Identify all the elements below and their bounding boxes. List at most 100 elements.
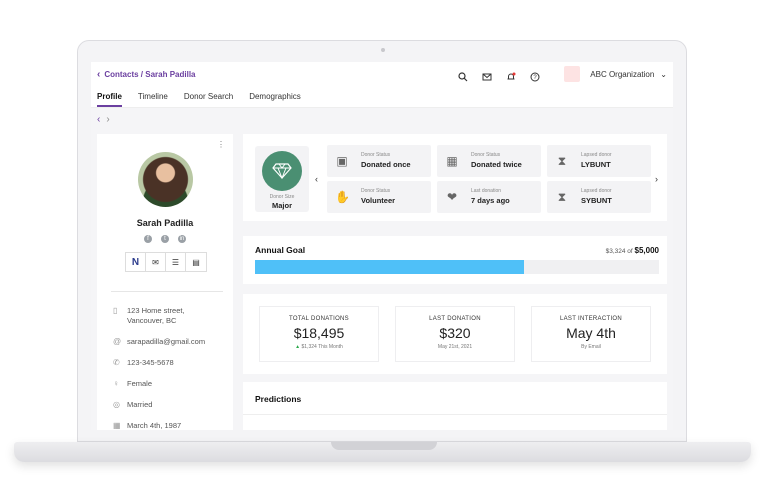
- help-icon[interactable]: ?: [530, 69, 540, 82]
- arrow-up-icon: ▲: [295, 344, 301, 350]
- marital-row: ◎ Married: [113, 400, 229, 410]
- stat-last-donation: LAST DONATION $320 May 21st, 2021: [395, 306, 515, 362]
- tab-demographics[interactable]: Demographics: [249, 86, 301, 107]
- chevron-left-icon[interactable]: ‹: [97, 114, 100, 125]
- address-line2: Vancouver, BC: [127, 316, 177, 325]
- annual-goal-card: Annual Goal $3,324 of $5,000: [243, 236, 667, 284]
- tile-label: Donor Status: [471, 152, 501, 158]
- goal-title: Annual Goal: [255, 245, 306, 255]
- phone-icon: ✆: [113, 358, 120, 367]
- phone-text[interactable]: 123-345-5678: [127, 358, 174, 368]
- birthday-row: ▦ March 4th, 1987: [113, 421, 229, 430]
- goal-current: $3,324: [605, 248, 626, 255]
- linkedin-icon[interactable]: in: [178, 235, 186, 243]
- goal-of: of: [627, 248, 633, 255]
- social-links: f t in: [97, 235, 233, 243]
- address-line1: 123 Home street,: [127, 306, 185, 315]
- tile-value: LYBUNT: [581, 160, 611, 169]
- gift-icon: ▣: [336, 154, 348, 168]
- stat-label: LAST INTERACTION: [559, 316, 623, 322]
- laptop-notch: [331, 442, 437, 450]
- gender-text: Female: [127, 379, 153, 388]
- phone-row: ✆ 123-345-5678: [113, 358, 229, 368]
- org-avatar[interactable]: [564, 66, 581, 82]
- tile-label: Donor Status: [361, 152, 391, 158]
- gender-row: ♀ Female: [113, 379, 229, 389]
- birthday-text: March 4th, 1987: [127, 421, 182, 430]
- donor-size-value: Major: [271, 201, 292, 210]
- chevron-left-icon[interactable]: ‹: [97, 69, 100, 80]
- gifts-icon: ▦: [446, 154, 458, 168]
- status-tile: ⧗ Lapsed donor LYBUNT: [547, 145, 651, 177]
- more-options-icon[interactable]: ⋮: [217, 140, 225, 149]
- donor-status-panel: Donor Size Major ‹ ▣ Donor Status Donate…: [243, 134, 667, 221]
- address-row: ▯ 123 Home street, Vancouver, BC: [113, 306, 229, 326]
- checklist-icon[interactable]: ☰: [166, 253, 186, 271]
- map-icon: ▯: [113, 306, 118, 315]
- predictions-title: Predictions: [255, 394, 302, 404]
- gender-icon: ♀: [113, 379, 119, 388]
- email-link[interactable]: sarapadilla@gmail.com: [127, 337, 205, 347]
- status-tile: ⧗ Lapsed donor SYBUNT: [547, 181, 651, 213]
- tab-timeline[interactable]: Timeline: [138, 86, 168, 107]
- chevron-down-icon[interactable]: ⌄: [660, 70, 667, 79]
- profile-card: ⋮ Sarah Padilla f t in N ✉ ☰ ▤ ▯ 123 Hom…: [97, 134, 233, 430]
- notes-icon[interactable]: ▤: [186, 253, 206, 271]
- breadcrumb-text[interactable]: Contacts / Sarah Padilla: [104, 70, 195, 79]
- hourglass-icon: ⧗: [557, 154, 567, 168]
- facebook-icon[interactable]: f: [144, 235, 152, 243]
- bell-icon[interactable]: [506, 69, 516, 80]
- stat-label: LAST DONATION: [429, 316, 481, 322]
- hourglass-icon: ⧗: [557, 190, 567, 204]
- stats-panel: TOTAL DONATIONS $18,495 ▲ $1,324 This Mo…: [243, 294, 667, 374]
- chevron-right-icon[interactable]: ›: [106, 114, 109, 125]
- marital-text: Married: [127, 400, 153, 409]
- goal-progress-bar: [255, 260, 659, 274]
- avatar: [138, 152, 193, 207]
- tile-label: Lapsed donor: [581, 188, 612, 194]
- status-tile: ❤ Last donation 7 days ago: [437, 181, 541, 213]
- stat-total-donations: TOTAL DONATIONS $18,495 ▲ $1,324 This Mo…: [259, 306, 379, 362]
- email-row: @ sarapadilla@gmail.com: [113, 337, 229, 347]
- search-icon[interactable]: [458, 69, 468, 82]
- tab-bar: Profile Timeline Donor Search Demographi…: [91, 86, 673, 108]
- tile-value: Donated once: [361, 160, 411, 169]
- tile-value: SYBUNT: [581, 196, 612, 205]
- goal-progress-fill: [255, 260, 524, 274]
- stat-sub: May 21st, 2021: [437, 344, 473, 350]
- org-name[interactable]: ABC Organization: [590, 70, 654, 79]
- tab-profile[interactable]: Profile: [97, 86, 122, 107]
- brand-logo-icon[interactable]: N: [126, 253, 146, 271]
- donor-size-label: Donor Size: [269, 194, 295, 200]
- profile-actions: N ✉ ☰ ▤: [125, 252, 207, 272]
- cake-icon: ▦: [113, 421, 121, 430]
- predictions-card: Predictions: [243, 382, 667, 430]
- tile-label: Lapsed donor: [581, 152, 612, 158]
- top-bar: ‹ Contacts / Sarah Padilla ? ABC Organiz…: [91, 62, 673, 86]
- top-icons: ? ABC Organization ⌄: [458, 66, 667, 82]
- chevron-right-icon[interactable]: ›: [655, 174, 658, 184]
- stat-sub: $1,324 This Month: [301, 344, 343, 350]
- stat-last-interaction: LAST INTERACTION May 4th By Email: [531, 306, 651, 362]
- stat-sub: By Email: [581, 344, 601, 350]
- tile-label: Donor Status: [361, 188, 391, 194]
- goal-target: $5,000: [634, 246, 659, 255]
- mail-icon[interactable]: [482, 69, 492, 81]
- goal-amount: $3,324 of $5,000: [606, 246, 659, 255]
- status-tiles: ▣ Donor Status Donated once ▦ Donor Stat…: [327, 145, 651, 213]
- mail-icon[interactable]: ✉: [146, 253, 166, 271]
- stat-label: TOTAL DONATIONS: [289, 316, 349, 322]
- record-pager: ‹ ›: [97, 114, 110, 125]
- laptop-camera: [381, 48, 385, 52]
- rings-icon: ◎: [113, 400, 120, 409]
- handshake-icon: ✋: [335, 190, 350, 204]
- diamond-icon: [262, 151, 302, 191]
- chevron-left-icon[interactable]: ‹: [315, 174, 318, 184]
- breadcrumb[interactable]: ‹ Contacts / Sarah Padilla: [97, 69, 195, 80]
- tab-donor-search[interactable]: Donor Search: [184, 86, 233, 107]
- hand-heart-icon: ❤: [446, 190, 458, 204]
- twitter-icon[interactable]: t: [161, 235, 169, 243]
- tile-value: 7 days ago: [471, 196, 510, 205]
- contact-info: ▯ 123 Home street, Vancouver, BC @ sarapa…: [113, 306, 229, 430]
- divider: [243, 414, 667, 415]
